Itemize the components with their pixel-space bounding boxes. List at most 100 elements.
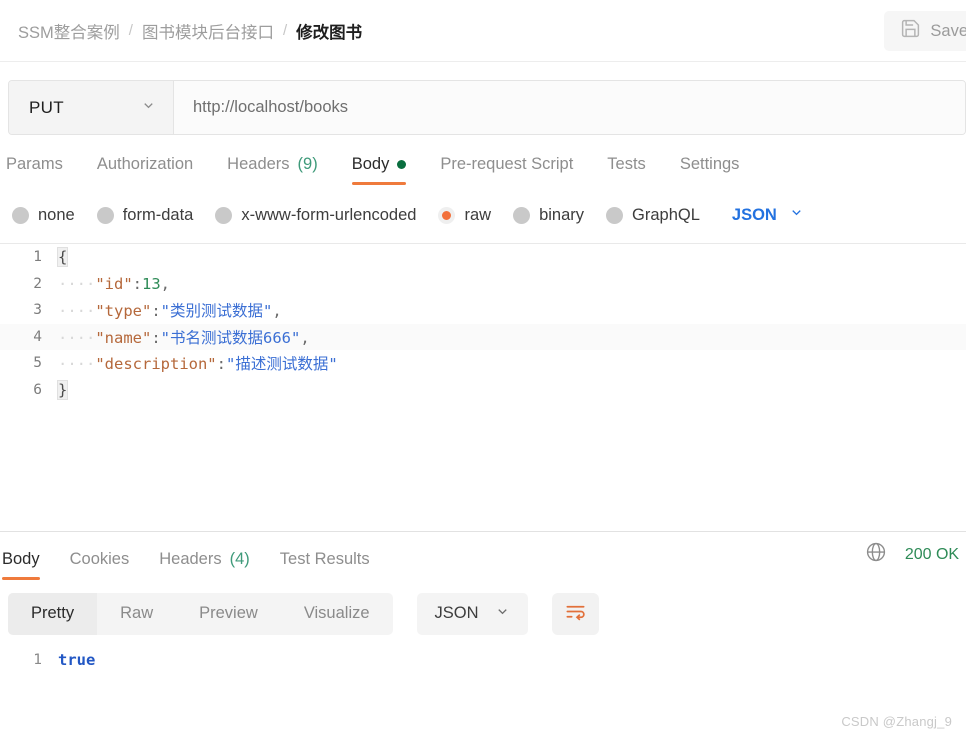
response-format-label: JSON [435,604,479,623]
response-body-viewer[interactable]: 1 true [0,637,966,673]
response-tab-headers-label: Headers [159,550,221,569]
line-number: 2 [0,276,58,292]
tab-body-label: Body [352,155,390,174]
save-button-label: Save [930,22,966,41]
code-line: 6 } [0,377,966,404]
breadcrumb-item-request[interactable]: 修改图书 [296,19,362,43]
response-tab-test-results[interactable]: Test Results [280,550,370,580]
body-type-urlencoded-label: x-www-form-urlencoded [241,206,416,225]
save-button[interactable]: Save [884,11,966,51]
status-badge: 200 OK [905,546,959,564]
tab-settings-label: Settings [680,155,740,174]
url-bar-group: PUT http://localhost/books [8,80,966,135]
code-line: 3 ····"type":"类别测试数据", [0,297,966,324]
tab-authorization-label: Authorization [97,155,193,174]
json-colon: : [151,329,160,347]
tab-settings[interactable]: Settings [680,155,740,185]
json-string-value: "类别测试数据" [161,302,273,320]
breadcrumb: SSM整合案例 / 图书模块后台接口 / 修改图书 [0,19,362,43]
response-view-toolbar: Pretty Raw Preview Visualize JSON [0,580,966,637]
json-key: "type" [95,302,151,320]
breadcrumb-separator: / [283,22,287,39]
line-number: 5 [0,355,58,371]
json-colon: : [217,355,226,373]
view-mode-pretty[interactable]: Pretty [8,593,97,635]
tab-authorization[interactable]: Authorization [97,155,193,185]
indent-guide: ···· [58,355,95,373]
indent-guide: ···· [58,275,95,293]
wrap-lines-button[interactable] [552,593,599,635]
body-format-select[interactable]: JSON [732,205,804,225]
line-number: 6 [0,382,58,398]
tab-headers[interactable]: Headers (9) [227,155,318,185]
json-comma: , [161,275,170,293]
body-type-binary[interactable]: binary [513,206,584,225]
line-number: 1 [0,249,58,265]
breadcrumb-separator: / [129,22,133,39]
body-type-urlencoded[interactable]: x-www-form-urlencoded [215,206,416,225]
tab-tests[interactable]: Tests [607,155,646,185]
json-comma: , [300,329,309,347]
code-content: } [58,381,67,399]
request-url-input[interactable]: http://localhost/books [174,81,965,134]
response-tab-body-label: Body [2,550,40,569]
line-number: 1 [0,652,58,668]
json-key: "description" [95,355,216,373]
body-format-label: JSON [732,206,777,225]
body-type-raw-label: raw [464,206,491,225]
breadcrumb-item-collection[interactable]: SSM整合案例 [18,19,120,43]
body-type-radio-group: none form-data x-www-form-urlencoded raw… [0,185,966,231]
view-mode-pretty-label: Pretty [31,604,74,623]
response-body-line: 1 true [0,647,966,673]
json-colon: : [151,302,160,320]
json-colon: : [133,275,142,293]
json-comma: , [272,302,281,320]
tab-headers-label: Headers [227,155,289,174]
tab-params[interactable]: Params [6,155,63,185]
breadcrumb-header: SSM整合案例 / 图书模块后台接口 / 修改图书 Save [0,0,966,62]
line-number: 4 [0,329,58,345]
radio-icon [513,207,530,224]
json-key: "id" [95,275,132,293]
response-tab-test-results-label: Test Results [280,550,370,569]
json-string-value: "描述测试数据" [226,355,338,373]
body-type-graphql[interactable]: GraphQL [606,206,700,225]
response-tab-cookies[interactable]: Cookies [70,550,130,580]
body-type-form-data[interactable]: form-data [97,206,194,225]
request-body-editor[interactable]: 1 { 2 ····"id":13, 3 ····"type":"类别测试数据"… [0,243,966,532]
indent-guide: ···· [58,329,95,347]
body-type-raw[interactable]: raw [438,206,491,225]
tab-body[interactable]: Body [352,155,407,185]
chevron-down-icon [789,205,804,225]
response-view-mode-group: Pretty Raw Preview Visualize [8,593,393,635]
json-number-value: 13 [142,275,161,293]
view-mode-preview[interactable]: Preview [176,593,281,635]
view-mode-visualize[interactable]: Visualize [281,593,393,635]
json-key: "name" [95,329,151,347]
json-close-brace: } [58,381,67,399]
body-type-none-label: none [38,206,75,225]
indent-guide: ···· [58,302,95,320]
tab-pre-request-script[interactable]: Pre-request Script [440,155,573,185]
radio-icon [12,207,29,224]
radio-selected-icon [438,207,455,224]
request-url-bar: PUT http://localhost/books [0,62,966,135]
view-mode-raw[interactable]: Raw [97,593,176,635]
radio-icon [606,207,623,224]
chevron-down-icon [495,604,510,624]
code-line: 4 ····"name":"书名测试数据666", [0,324,966,351]
body-type-none[interactable]: none [12,206,75,225]
tab-params-label: Params [6,155,63,174]
code-line: 2 ····"id":13, [0,271,966,298]
response-format-select[interactable]: JSON [417,593,528,635]
http-method-select[interactable]: PUT [9,81,174,134]
response-status-group: 200 OK 1 [865,541,966,568]
response-tab-body[interactable]: Body [2,550,40,580]
response-tab-headers[interactable]: Headers (4) [159,550,250,580]
tab-pre-request-script-label: Pre-request Script [440,155,573,174]
breadcrumb-item-folder[interactable]: 图书模块后台接口 [142,19,274,43]
code-line: 1 { [0,244,966,271]
view-mode-raw-label: Raw [120,604,153,623]
code-content: { [58,248,67,266]
radio-icon [215,207,232,224]
